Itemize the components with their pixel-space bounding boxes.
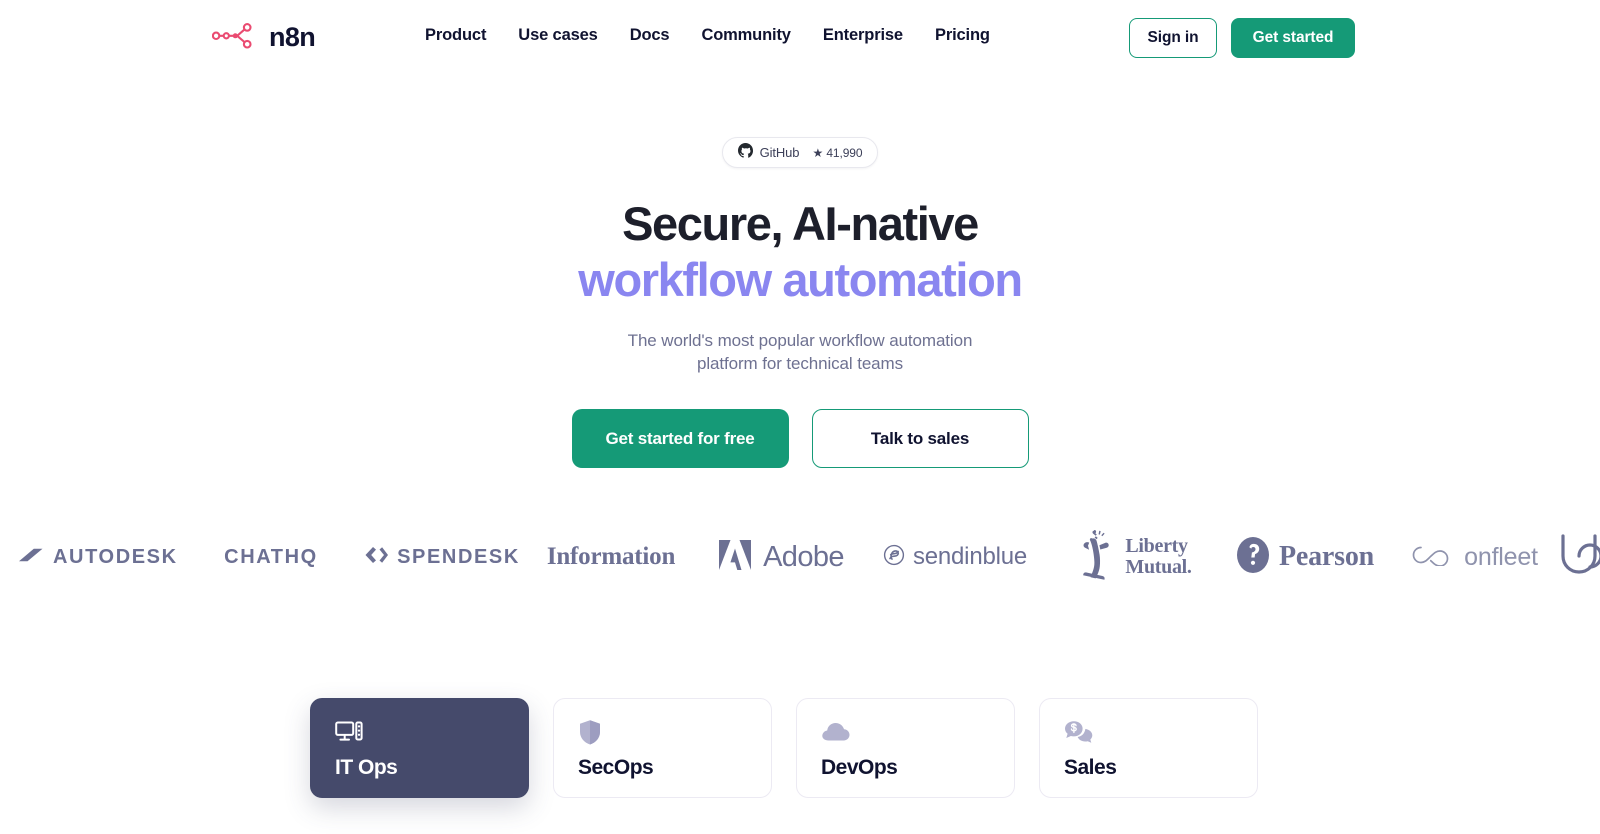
hero-cta-row: Get started for free Talk to sales <box>0 409 1600 469</box>
spendesk-chevron-icon <box>362 545 389 570</box>
logo-chathq: CHATHQ <box>186 520 356 594</box>
statue-of-liberty-icon <box>1072 528 1118 587</box>
logo-liberty-mutual-text: Liberty Mutual. <box>1125 535 1192 578</box>
usecase-tab-sales[interactable]: Sales <box>1039 698 1258 798</box>
customer-logo-strip: AUTODESK CHATHQ SPENDESK Information Ado… <box>0 520 1600 594</box>
logo-information-text: Information <box>546 543 676 570</box>
headline-line-1: Secure, AI-native <box>622 197 979 250</box>
logo-onfleet-text: onfleet <box>1464 542 1538 571</box>
brand-wordmark: n8n <box>269 21 316 52</box>
nav-item-docs[interactable]: Docs <box>614 26 686 45</box>
main-nav: Product Use cases Docs Community Enterpr… <box>425 26 1006 45</box>
adobe-a-icon <box>718 539 752 576</box>
usecase-tab-list: IT Ops SecOps DevOps Sales <box>310 698 1258 798</box>
hero-subheadline: The world's most popular workflow automa… <box>627 331 973 374</box>
onfleet-infinity-icon <box>1410 544 1452 571</box>
usecase-label-it-ops: IT Ops <box>335 756 398 779</box>
sign-in-button[interactable]: Sign in <box>1129 18 1217 58</box>
usecase-tab-secops[interactable]: SecOps <box>553 698 772 798</box>
get-started-button[interactable]: Get started <box>1231 18 1355 58</box>
logo-onfleet: onfleet <box>1390 520 1558 594</box>
monitor-icon <box>335 719 528 745</box>
page-title: Secure, AI-native workflow automation <box>0 200 1600 303</box>
u-mark-icon <box>1558 532 1600 583</box>
logo-sendinblue: sendinblue <box>866 520 1044 594</box>
n8n-logo-icon <box>211 22 262 54</box>
landing-page: n8n Product Use cases Docs Community Ent… <box>0 0 1600 834</box>
hero-section: GitHub ★ 41,990 Secure, AI-native workfl… <box>0 76 1600 469</box>
pearson-p-icon <box>1236 536 1270 579</box>
logo-sendinblue-text: sendinblue <box>912 543 1028 570</box>
logo-liberty-mutual: Liberty Mutual. <box>1044 520 1220 594</box>
autodesk-arrow-icon <box>18 547 44 568</box>
header-actions: Sign in Get started <box>1129 18 1355 58</box>
logo-pearson-text: Pearson <box>1278 541 1375 572</box>
nav-item-enterprise[interactable]: Enterprise <box>807 26 919 45</box>
nav-item-product[interactable]: Product <box>425 26 502 45</box>
logo-spendesk-text: SPENDESK <box>397 545 520 568</box>
logo-autodesk-text: AUTODESK <box>53 545 178 568</box>
logo-chathq-text: CHATHQ <box>224 545 318 568</box>
logo-autodesk: AUTODESK <box>0 520 186 594</box>
github-star-count: ★ 41,990 <box>812 145 863 160</box>
get-started-free-button[interactable]: Get started for free <box>571 409 789 469</box>
logo-pearson: Pearson <box>1220 520 1390 594</box>
usecase-label-devops: DevOps <box>821 756 898 779</box>
nav-item-community[interactable]: Community <box>685 26 806 45</box>
logo-adobe: Adobe <box>696 520 866 594</box>
shield-icon <box>578 719 771 745</box>
github-badge-label: GitHub <box>759 145 800 160</box>
logo-u-mark <box>1558 520 1600 594</box>
usecase-tab-devops[interactable]: DevOps <box>796 698 1015 798</box>
sendinblue-swirl-icon <box>883 544 905 571</box>
headline-line-2: workflow automation <box>578 253 1023 306</box>
nav-item-use-cases[interactable]: Use cases <box>502 26 613 45</box>
logo-adobe-text: Adobe <box>763 540 844 573</box>
github-stars-badge[interactable]: GitHub ★ 41,990 <box>722 137 878 168</box>
usecase-tab-it-ops[interactable]: IT Ops <box>310 698 529 798</box>
site-header: n8n Product Use cases Docs Community Ent… <box>0 0 1600 76</box>
chat-dollar-icon <box>1064 719 1257 745</box>
brand-logo-link[interactable]: n8n <box>211 20 316 56</box>
cloud-icon <box>821 719 1014 745</box>
logo-spendesk: SPENDESK <box>356 520 526 594</box>
usecase-label-secops: SecOps <box>578 756 654 779</box>
github-icon <box>737 142 753 163</box>
logo-information: Information <box>526 520 696 594</box>
talk-to-sales-button[interactable]: Talk to sales <box>811 409 1029 469</box>
nav-item-pricing[interactable]: Pricing <box>919 26 1006 45</box>
usecase-label-sales: Sales <box>1064 756 1117 779</box>
